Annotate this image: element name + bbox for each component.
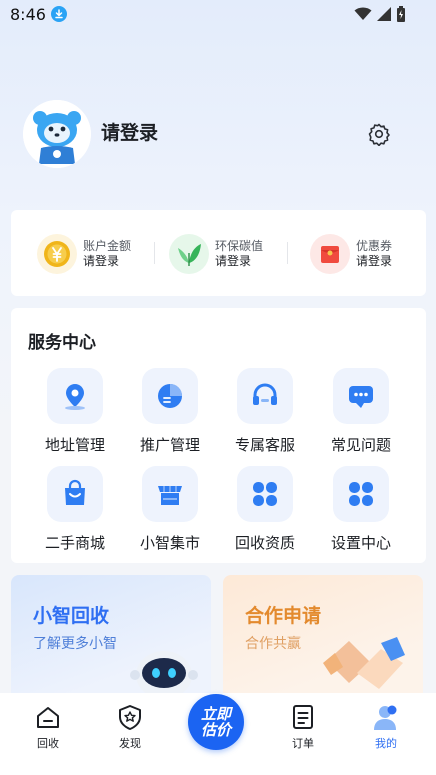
section-title: 服务中心: [28, 333, 96, 353]
discover-badge-icon: [100, 703, 160, 731]
service-center-card: 服务中心 地址管理 推广管理 专属客服 常见问题 二手商城 小智集市 回收资质 …: [11, 308, 426, 563]
service-item-secondhand[interactable]: 二手商城: [30, 466, 120, 553]
service-label: 设置中心: [330, 534, 391, 552]
chat-bubble-icon: [333, 368, 389, 424]
service-label: 二手商城: [44, 534, 105, 552]
pie-chart-icon: [142, 368, 198, 424]
wallet-value: 请登录: [215, 254, 252, 268]
headset-icon: [237, 368, 293, 424]
settings-button[interactable]: [367, 122, 391, 147]
tab-orders[interactable]: 订单: [273, 703, 333, 751]
service-label: 推广管理: [139, 436, 200, 454]
service-label: 专属客服: [234, 436, 295, 454]
service-label: 小智集市: [139, 534, 200, 552]
bear-mascot-icon: [23, 100, 91, 168]
service-label: 地址管理: [44, 436, 105, 454]
user-icon: [356, 703, 416, 731]
battery-icon: [397, 6, 405, 22]
service-label: 常见问题: [330, 436, 391, 454]
tab-discover[interactable]: 发现: [100, 703, 160, 751]
promo-subtitle: 合作共赢: [245, 636, 301, 652]
signal-icon: [377, 7, 391, 21]
wallet-card: 账户金额 请登录 环保碳值 请登录 优惠券 请登录: [11, 210, 426, 296]
divider: [287, 242, 288, 264]
service-item-market[interactable]: 小智集市: [125, 466, 215, 553]
promo-title: 小智回收: [33, 605, 110, 627]
grid-apps-icon: [333, 466, 389, 522]
promo-title: 合作申请: [245, 605, 322, 627]
service-item-qualification[interactable]: 回收资质: [220, 466, 310, 553]
service-item-faq[interactable]: 常见问题: [316, 368, 406, 455]
instant-estimate-button[interactable]: 立即估价: [188, 694, 244, 750]
leaf-icon: [169, 234, 209, 274]
wallet-label: 环保碳值: [215, 239, 264, 253]
coin-icon: [37, 234, 77, 274]
tab-mine[interactable]: 我的: [356, 703, 416, 751]
status-time: 8:46: [10, 5, 46, 24]
wallet-value: 请登录: [83, 254, 120, 268]
service-label: 回收资质: [234, 534, 295, 552]
wallet-item-balance[interactable]: 账户金额 请登录: [37, 232, 131, 276]
login-prompt[interactable]: 请登录: [101, 118, 158, 145]
tab-recycle[interactable]: 回收: [18, 703, 78, 751]
grid-apps-icon: [237, 466, 293, 522]
service-item-support[interactable]: 专属客服: [220, 368, 310, 455]
instant-estimate-label: 立即估价: [200, 705, 231, 739]
handshake-icon: [323, 637, 405, 689]
wallet-value: 请登录: [356, 254, 393, 268]
gear-icon: [368, 123, 390, 147]
location-pin-icon: [47, 368, 103, 424]
order-list-icon: [273, 703, 333, 731]
tab-label: 订单: [292, 737, 314, 750]
tab-label: 我的: [375, 737, 397, 750]
download-icon: [51, 6, 67, 22]
market-stall-icon: [142, 466, 198, 522]
promo-recycle-card[interactable]: 小智回收 了解更多小智: [11, 575, 211, 705]
shopping-bag-icon: [47, 466, 103, 522]
divider: [154, 242, 155, 264]
wallet-item-coupon[interactable]: 优惠券 请登录: [310, 232, 392, 276]
tab-label: 回收: [37, 737, 59, 750]
promo-subtitle: 了解更多小智: [33, 636, 117, 652]
status-bar: 8:46: [0, 0, 436, 30]
wallet-label: 账户金额: [83, 239, 132, 253]
wifi-icon: [354, 7, 372, 20]
wallet-label: 优惠券: [356, 239, 393, 253]
tab-label: 发现: [119, 737, 141, 750]
promo-cooperation-card[interactable]: 合作申请 合作共赢: [223, 575, 423, 705]
avatar[interactable]: [23, 100, 91, 168]
wallet-item-carbon[interactable]: 环保碳值 请登录: [169, 232, 263, 276]
red-envelope-icon: [310, 234, 350, 274]
service-item-settings[interactable]: 设置中心: [316, 466, 406, 553]
service-item-address[interactable]: 地址管理: [30, 368, 120, 455]
status-icons: [354, 6, 406, 22]
home-icon: [18, 703, 78, 731]
service-item-promotion[interactable]: 推广管理: [125, 368, 215, 455]
